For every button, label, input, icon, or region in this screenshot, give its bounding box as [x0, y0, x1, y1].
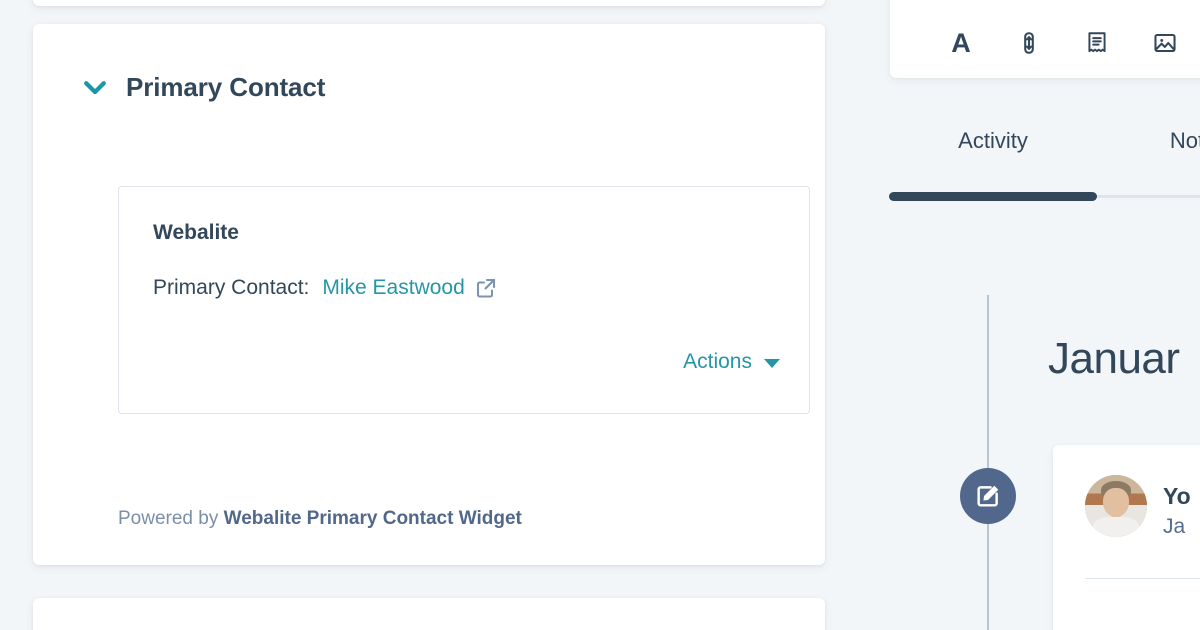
compose-edit-icon[interactable] — [960, 468, 1016, 524]
timeline-month-heading: Januar — [1048, 332, 1180, 386]
panel-tabs: Activity Not — [889, 128, 1200, 154]
caret-down-icon — [764, 359, 780, 368]
contact-detail-box: Webalite Primary Contact: Mike Eastwood … — [118, 186, 810, 414]
right-column: A — [860, 0, 1200, 630]
left-column: Primary Contact Webalite Primary Contact… — [0, 0, 860, 630]
powered-by-footer: Powered by Webalite Primary Contact Widg… — [118, 506, 522, 532]
user-avatar-photo — [1085, 475, 1147, 537]
document-icon[interactable] — [1084, 30, 1110, 56]
tab-notes[interactable]: Not — [1097, 128, 1200, 154]
attachment-icon[interactable] — [1016, 30, 1042, 56]
primary-contact-row: Primary Contact: Mike Eastwood — [153, 275, 498, 301]
editor-toolbar: A — [890, 30, 1200, 56]
actions-label: Actions — [683, 350, 752, 374]
section-header[interactable]: Primary Contact — [80, 72, 325, 102]
tab-activity[interactable]: Activity — [889, 128, 1097, 154]
editor-toolbar-panel: A — [890, 0, 1200, 78]
timeline-axis — [987, 295, 989, 630]
page-title: Primary Contact — [126, 72, 325, 102]
tab-active-indicator[interactable] — [889, 192, 1097, 201]
activity-date: Ja — [1163, 514, 1185, 539]
powered-by-brand[interactable]: Webalite Primary Contact Widget — [224, 508, 522, 529]
activity-entry-card[interactable]: Yo Ja — [1053, 445, 1200, 630]
card-above-partial — [33, 0, 825, 6]
primary-contact-label: Primary Contact: — [153, 275, 309, 301]
company-name: Webalite — [153, 220, 239, 246]
primary-contact-card: Primary Contact Webalite Primary Contact… — [33, 24, 825, 565]
screen: Primary Contact Webalite Primary Contact… — [0, 0, 1200, 630]
card-below-partial — [33, 598, 825, 630]
powered-by-prefix: Powered by — [118, 508, 224, 529]
activity-divider — [1085, 578, 1200, 579]
text-format-glyph: A — [951, 30, 971, 56]
primary-contact-link[interactable]: Mike Eastwood — [322, 275, 464, 301]
text-format-icon[interactable]: A — [948, 30, 974, 56]
external-link-icon[interactable] — [474, 276, 498, 300]
image-icon[interactable] — [1152, 30, 1178, 56]
chevron-down-icon[interactable] — [80, 72, 110, 102]
actions-dropdown[interactable]: Actions — [683, 350, 780, 374]
activity-author: Yo — [1163, 483, 1191, 510]
